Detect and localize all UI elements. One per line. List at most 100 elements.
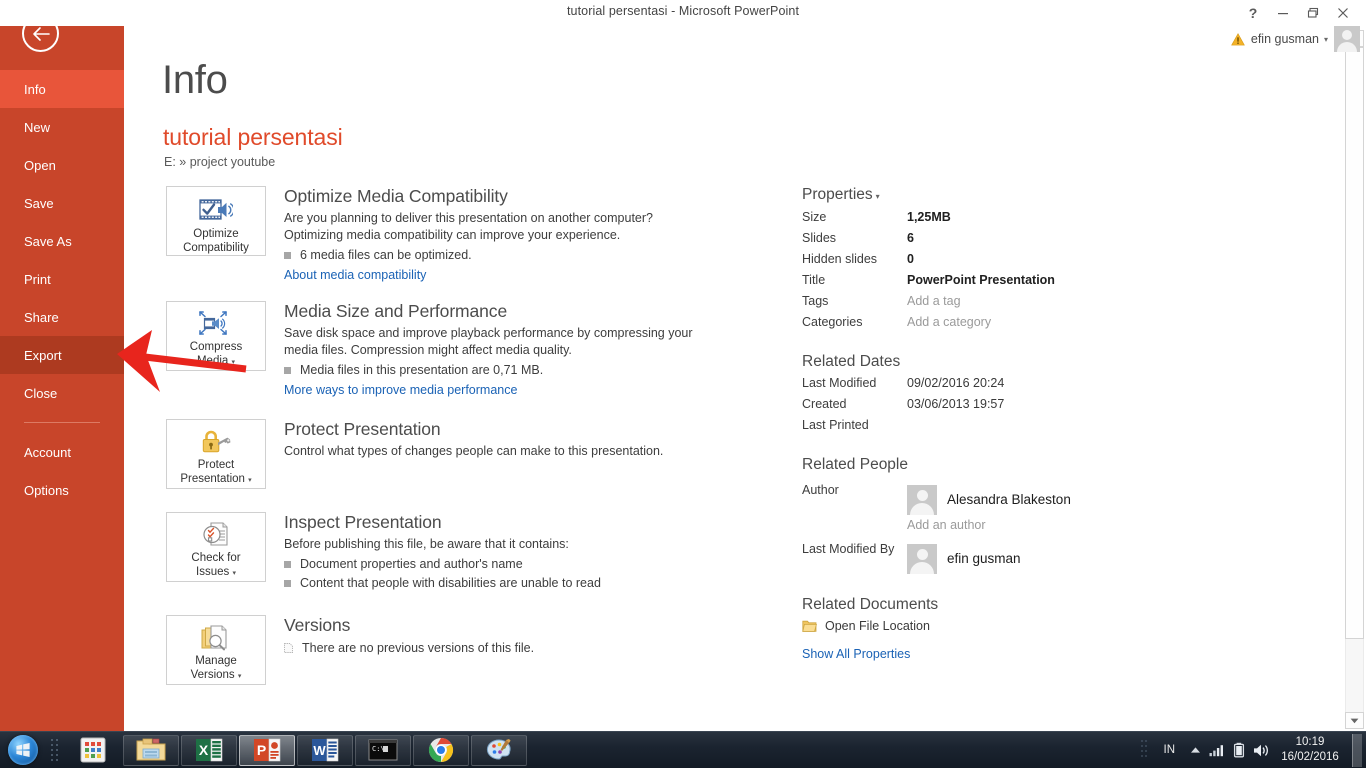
property-row-categories: Categories Add a category bbox=[802, 315, 1222, 336]
tile-label: Optimize Compatibility bbox=[183, 227, 249, 255]
property-key: Categories bbox=[802, 315, 863, 329]
document-title: tutorial persentasi bbox=[163, 124, 343, 150]
sidebar-item-save-as[interactable]: Save As bbox=[0, 222, 124, 260]
minimize-icon bbox=[1278, 13, 1288, 15]
compress-media-icon bbox=[198, 310, 234, 338]
sidebar-item-label: New bbox=[24, 119, 51, 135]
sidebar-item-close[interactable]: Close bbox=[0, 374, 124, 412]
card-bullets: There are no previous versions of this f… bbox=[284, 639, 714, 658]
taskbar-paint[interactable] bbox=[471, 734, 527, 766]
help-icon: ? bbox=[1248, 5, 1258, 21]
card-heading: Optimize Media Compatibility bbox=[284, 186, 508, 206]
open-file-location-label: Open File Location bbox=[825, 619, 930, 633]
sidebar-item-options[interactable]: Options bbox=[0, 471, 124, 509]
author-name[interactable]: Alesandra Blakeston bbox=[947, 492, 1071, 507]
sidebar-item-save[interactable]: Save bbox=[0, 184, 124, 222]
tile-label-line1: Protect bbox=[197, 459, 235, 471]
sidebar-item-share[interactable]: Share bbox=[0, 298, 124, 336]
chrome-icon bbox=[428, 738, 454, 762]
about-media-compatibility-link[interactable]: About media compatibility bbox=[284, 268, 714, 282]
last-modified-by-name[interactable]: efin gusman bbox=[947, 551, 1021, 566]
tile-label-line1: Check for bbox=[191, 552, 241, 564]
avatar bbox=[907, 484, 937, 515]
sidebar-item-info[interactable]: Info bbox=[0, 70, 124, 108]
card-optimize-compatibility: Optimize Compatibility Optimize Media Co… bbox=[166, 186, 766, 282]
avatar[interactable] bbox=[1334, 26, 1360, 52]
taskbar-file-explorer[interactable] bbox=[123, 734, 179, 766]
sidebar-item-label: Account bbox=[24, 444, 71, 460]
card-heading: Media Size and Performance bbox=[284, 301, 508, 321]
add-a-tag-field[interactable]: Add a tag bbox=[907, 294, 961, 308]
sidebar-item-print[interactable]: Print bbox=[0, 260, 124, 298]
title-bar: tutorial persentasi - Microsoft PowerPoi… bbox=[0, 0, 1366, 26]
manage-versions-button[interactable]: Manage Versions ▾ bbox=[166, 615, 266, 685]
launcher-grid-icon bbox=[80, 737, 106, 763]
info-cards: Optimize Compatibility Optimize Media Co… bbox=[166, 186, 766, 704]
chevron-down-icon[interactable]: ▾ bbox=[1324, 35, 1328, 44]
sidebar-item-account[interactable]: Account bbox=[0, 433, 124, 471]
properties-heading[interactable]: Properties ▾ bbox=[802, 186, 1222, 204]
person-row-author: Author Alesandra Blakeston bbox=[802, 479, 1222, 520]
vertical-scrollbar[interactable] bbox=[1342, 26, 1366, 731]
bullet-text: Document properties and author's name bbox=[300, 557, 523, 571]
card-description: Before publishing this file, be aware th… bbox=[284, 537, 569, 551]
avatar-head bbox=[917, 489, 928, 501]
chevron-down-icon: ▾ bbox=[232, 570, 236, 577]
tile-label: Compress Media ▾ bbox=[190, 340, 242, 370]
add-a-category-field[interactable]: Add a category bbox=[907, 315, 991, 329]
bullet-item: Media files in this presentation are 0,7… bbox=[284, 361, 714, 380]
volume-icon bbox=[1253, 744, 1268, 756]
sidebar-item-export[interactable]: Export bbox=[0, 336, 124, 374]
taskbar-launcher-grid[interactable] bbox=[65, 735, 121, 766]
taskbar-excel[interactable]: X bbox=[181, 734, 237, 766]
battery-button[interactable] bbox=[1228, 732, 1250, 768]
sidebar-item-new[interactable]: New bbox=[0, 108, 124, 146]
property-value[interactable]: PowerPoint Presentation bbox=[907, 273, 1055, 287]
property-row-hidden-slides: Hidden slides 0 bbox=[802, 252, 1222, 273]
volume-button[interactable] bbox=[1250, 732, 1272, 768]
protect-presentation-button[interactable]: Protect Presentation ▾ bbox=[166, 419, 266, 489]
taskbar-powerpoint[interactable]: P bbox=[239, 734, 295, 766]
person-row-last-modified-by: Last Modified By efin gusman bbox=[802, 538, 1222, 579]
card-bullets: 6 media files can be optimized. bbox=[284, 246, 714, 265]
open-file-location-row[interactable]: Open File Location bbox=[802, 619, 1222, 633]
scroll-down-button[interactable] bbox=[1345, 712, 1364, 729]
property-row-created: Created 03/06/2013 19:57 bbox=[802, 397, 1222, 418]
restore-button[interactable] bbox=[1298, 2, 1328, 24]
minimize-button[interactable] bbox=[1268, 2, 1298, 24]
close-button[interactable] bbox=[1328, 2, 1358, 24]
scrollbar-thumb[interactable] bbox=[1345, 47, 1364, 639]
avatar bbox=[907, 543, 937, 574]
sidebar-item-open[interactable]: Open bbox=[0, 146, 124, 184]
help-button[interactable]: ? bbox=[1238, 2, 1268, 24]
show-desktop-button[interactable] bbox=[1352, 733, 1362, 767]
network-button[interactable] bbox=[1206, 732, 1228, 768]
account-row: efin gusman ▾ bbox=[1231, 26, 1360, 52]
clock[interactable]: 10:19 16/02/2016 bbox=[1272, 735, 1348, 765]
show-all-properties-link[interactable]: Show All Properties bbox=[802, 647, 1222, 661]
bullet-square-icon bbox=[284, 252, 291, 259]
account-name[interactable]: efin gusman bbox=[1251, 32, 1319, 46]
show-hidden-icons-button[interactable] bbox=[1184, 732, 1206, 768]
language-indicator[interactable]: IN bbox=[1155, 744, 1185, 756]
taskbar-command-prompt[interactable]: C:\ bbox=[355, 734, 411, 766]
battery-icon bbox=[1233, 742, 1245, 758]
card-heading: Protect Presentation bbox=[284, 419, 441, 439]
taskbar-chrome[interactable] bbox=[413, 734, 469, 766]
check-for-issues-button[interactable]: Check for Issues ▾ bbox=[166, 512, 266, 582]
restore-icon bbox=[1307, 7, 1319, 18]
card-body: Inspect Presentation Before publishing t… bbox=[284, 512, 714, 593]
bullet-text: 6 media files can be optimized. bbox=[300, 248, 472, 262]
card-heading: Versions bbox=[284, 615, 351, 635]
bullet-item: Document properties and author's name bbox=[284, 555, 714, 574]
taskbar-word[interactable]: W bbox=[297, 734, 353, 766]
more-ways-improve-media-link[interactable]: More ways to improve media performance bbox=[284, 383, 714, 397]
compress-media-button[interactable]: Compress Media ▾ bbox=[166, 301, 266, 371]
optimize-compatibility-button[interactable]: Optimize Compatibility bbox=[166, 186, 266, 256]
start-button[interactable] bbox=[0, 733, 46, 768]
add-an-author-field[interactable]: Add an author bbox=[907, 518, 1222, 532]
bullet-item: There are no previous versions of this f… bbox=[284, 639, 714, 658]
property-key: Tags bbox=[802, 294, 829, 308]
card-heading: Inspect Presentation bbox=[284, 512, 442, 532]
powerpoint-icon: P bbox=[254, 738, 281, 762]
